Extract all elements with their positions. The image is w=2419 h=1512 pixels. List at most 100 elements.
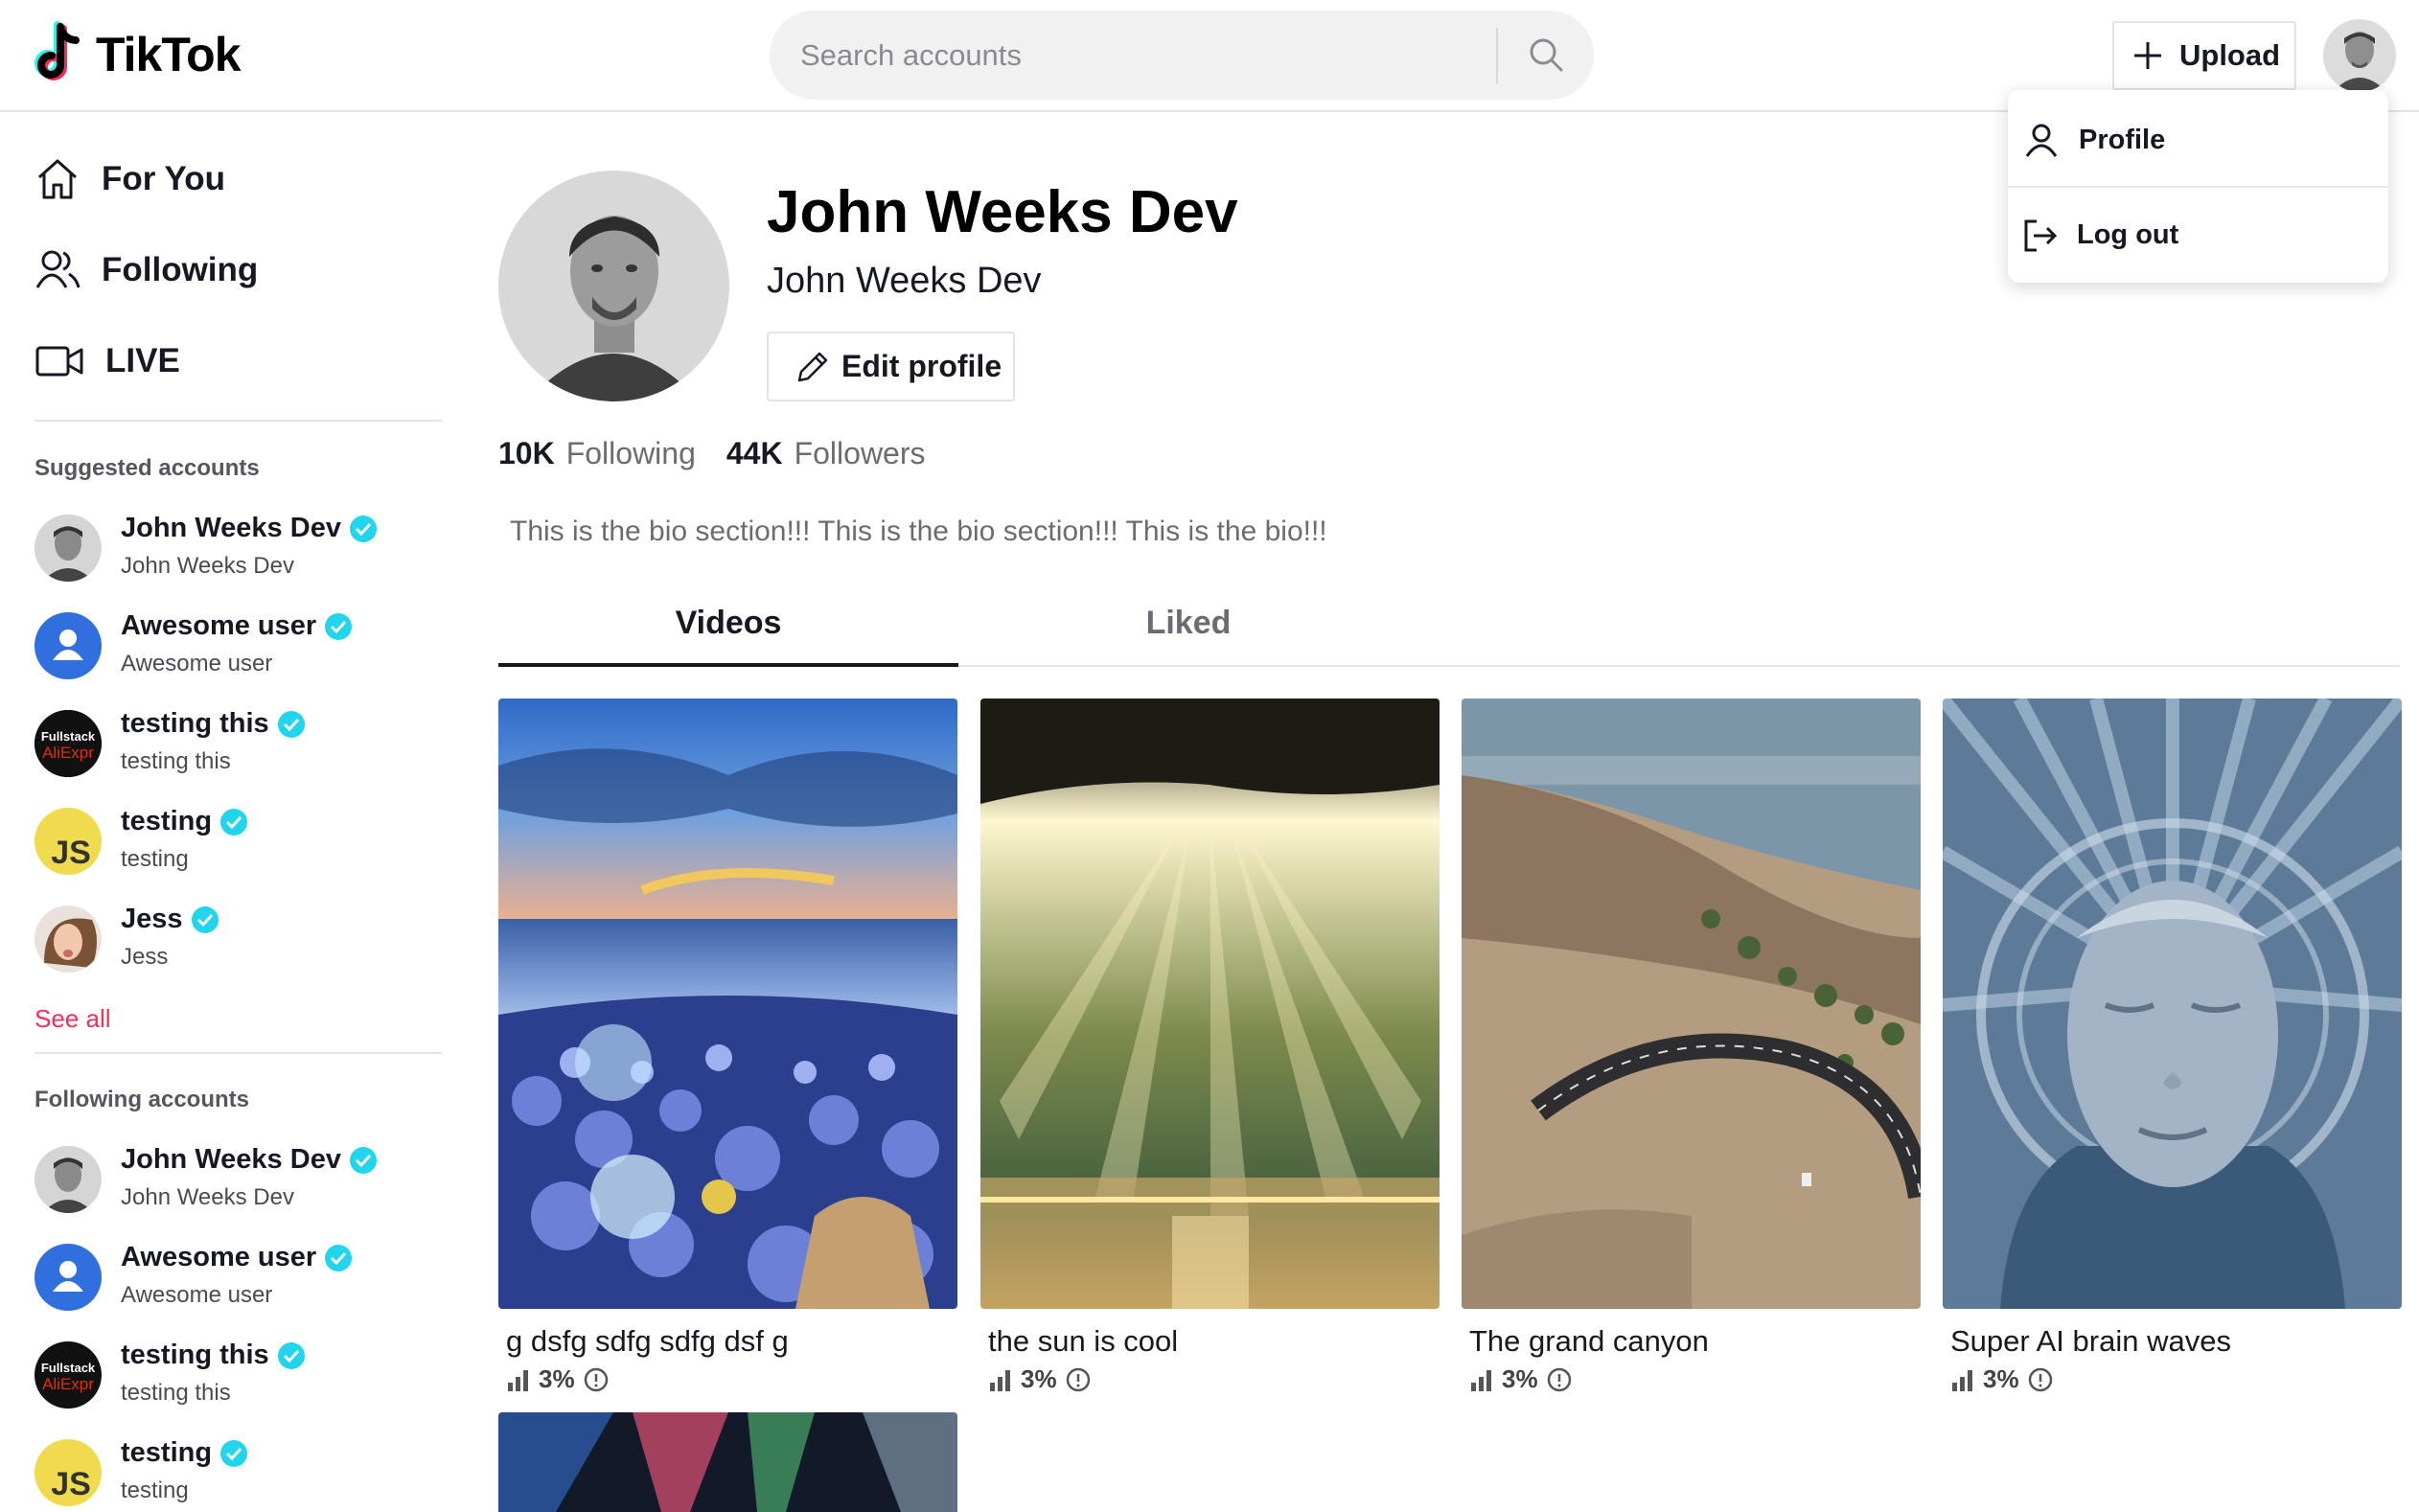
account-name-row: Jess [121,904,219,935]
suggested-account[interactable]: Jess Jess [35,900,447,980]
profile-tabs: Videos Liked [498,592,2400,667]
search-divider [1496,28,1498,83]
video-card[interactable]: g dsfg sdfg sdfg dsf g 3% [498,699,957,1394]
fullstack-logo-text: Fullstack [41,729,96,744]
search-button[interactable] [1517,26,1575,83]
default-user-icon [35,612,102,679]
avatar: Fullstack AliExpr [35,710,102,777]
verified-icon [277,710,305,738]
home-icon [37,159,78,199]
bar-chart-icon [508,1369,528,1391]
header-avatar[interactable] [2323,19,2396,92]
following-count: 10K [498,436,555,470]
video-stats: 3% [1469,1364,1921,1394]
verified-icon [191,905,219,933]
tiktok-note-icon [35,21,80,80]
info-icon[interactable] [583,1366,610,1393]
tab-liked[interactable]: Liked [958,592,1418,667]
suggested-accounts-title: Suggested accounts [35,455,260,481]
search-icon [1530,38,1563,72]
info-icon[interactable] [2027,1366,2054,1393]
video-thumbnail-art [498,1412,957,1512]
account-name-row: Awesome user [121,610,353,642]
account-name: John Weeks Dev [121,1144,341,1175]
account-username: Awesome user [121,1282,273,1308]
account-username: John Weeks Dev [121,1184,294,1210]
video-thumbnail[interactable] [498,699,957,1309]
js-logo: JS [35,1439,102,1506]
account-name: testing this [121,1340,269,1370]
video-card[interactable]: The grand canyon 3% [1462,699,1921,1394]
profile-dropdown-menu: Profile Log out [2008,90,2388,283]
upload-label: Upload [2179,38,2281,72]
video-thumbnail[interactable] [498,1412,957,1512]
profile-stats: 10K Following 44K Followers [498,436,945,471]
video-camera-icon [35,346,83,377]
video-card[interactable]: the sun is cool 3% [980,699,1440,1394]
account-name-row: testing [121,806,248,837]
avatar [35,1146,102,1213]
following-accounts-title: Following accounts [35,1087,250,1112]
account-name: Jess [121,904,183,934]
suggested-account[interactable]: JS testing testing [35,802,447,882]
users-icon [35,250,81,288]
pencil-icon [797,352,828,381]
menu-item-logout[interactable]: Log out [2008,186,2388,283]
account-name: John Weeks Dev [121,513,341,543]
nav-following[interactable]: Following [35,237,258,304]
account-username: testing [121,846,189,872]
suggested-account[interactable]: John Weeks Dev John Weeks Dev [35,509,447,589]
profile-avatar[interactable] [498,171,729,401]
menu-item-profile[interactable]: Profile [2008,90,2388,176]
app-name: TikTok [96,28,242,81]
verified-icon [325,1244,353,1271]
nav-following-label: Following [102,251,259,288]
video-thumbnail[interactable] [980,699,1440,1309]
suggested-account[interactable]: Awesome user Awesome user [35,607,447,687]
fullstack-logo: Fullstack AliExpr [35,710,102,777]
nav-for-you-label: For You [102,160,225,197]
avatar [35,515,102,582]
verified-icon [325,612,353,640]
info-icon[interactable] [1546,1366,1573,1393]
video-thumbnail[interactable] [1462,699,1921,1309]
aliexpress-logo-text: AliExpr [42,744,94,762]
suggested-account[interactable]: Fullstack AliExpr testing this testing t… [35,704,447,785]
default-user-icon [35,1244,102,1311]
search-bar [770,11,1594,100]
profile-username: John Weeks Dev [767,261,1042,301]
following-account[interactable]: John Weeks Dev John Weeks Dev [35,1140,447,1221]
nav-for-you[interactable]: For You [35,146,225,213]
bar-chart-icon [1952,1369,1972,1391]
avatar-photo [35,1146,102,1213]
video-title: the sun is cool [988,1324,1179,1358]
followers-label: Followers [794,436,926,470]
account-username: testing this [121,1380,231,1406]
video-title: g dsfg sdfg sdfg dsf g [506,1324,789,1358]
profile-display-name: John Weeks Dev [767,179,1238,245]
aliexpress-logo-text: AliExpr [42,1375,94,1393]
sidebar-divider [35,1052,442,1054]
js-logo-text: JS [51,835,91,871]
avatar: JS [35,808,102,875]
edit-profile-label: Edit profile [841,349,1002,383]
verified-icon [349,1146,377,1174]
info-icon[interactable] [1065,1366,1092,1393]
video-thumbnail[interactable] [1943,699,2402,1309]
search-input[interactable] [800,11,1471,100]
video-card[interactable]: Super AI brain waves 3% [1943,699,2402,1394]
upload-button[interactable]: Upload [2112,21,2296,90]
account-username: testing this [121,748,231,774]
video-title: Super AI brain waves [1950,1324,2231,1358]
following-account[interactable]: JS testing testing [35,1433,447,1512]
see-all-link[interactable]: See all [35,1004,111,1034]
following-account[interactable]: Awesome user Awesome user [35,1238,447,1318]
bar-chart-icon [1471,1369,1491,1391]
avatar [35,612,102,679]
following-account[interactable]: Fullstack AliExpr testing this testing t… [35,1336,447,1416]
edit-profile-button[interactable]: Edit profile [767,332,1015,401]
video-stat-value: 3% [1021,1364,1057,1393]
tab-videos[interactable]: Videos [498,592,958,667]
nav-live[interactable]: LIVE [35,328,180,395]
tiktok-logo[interactable]: TikTok [31,21,242,88]
